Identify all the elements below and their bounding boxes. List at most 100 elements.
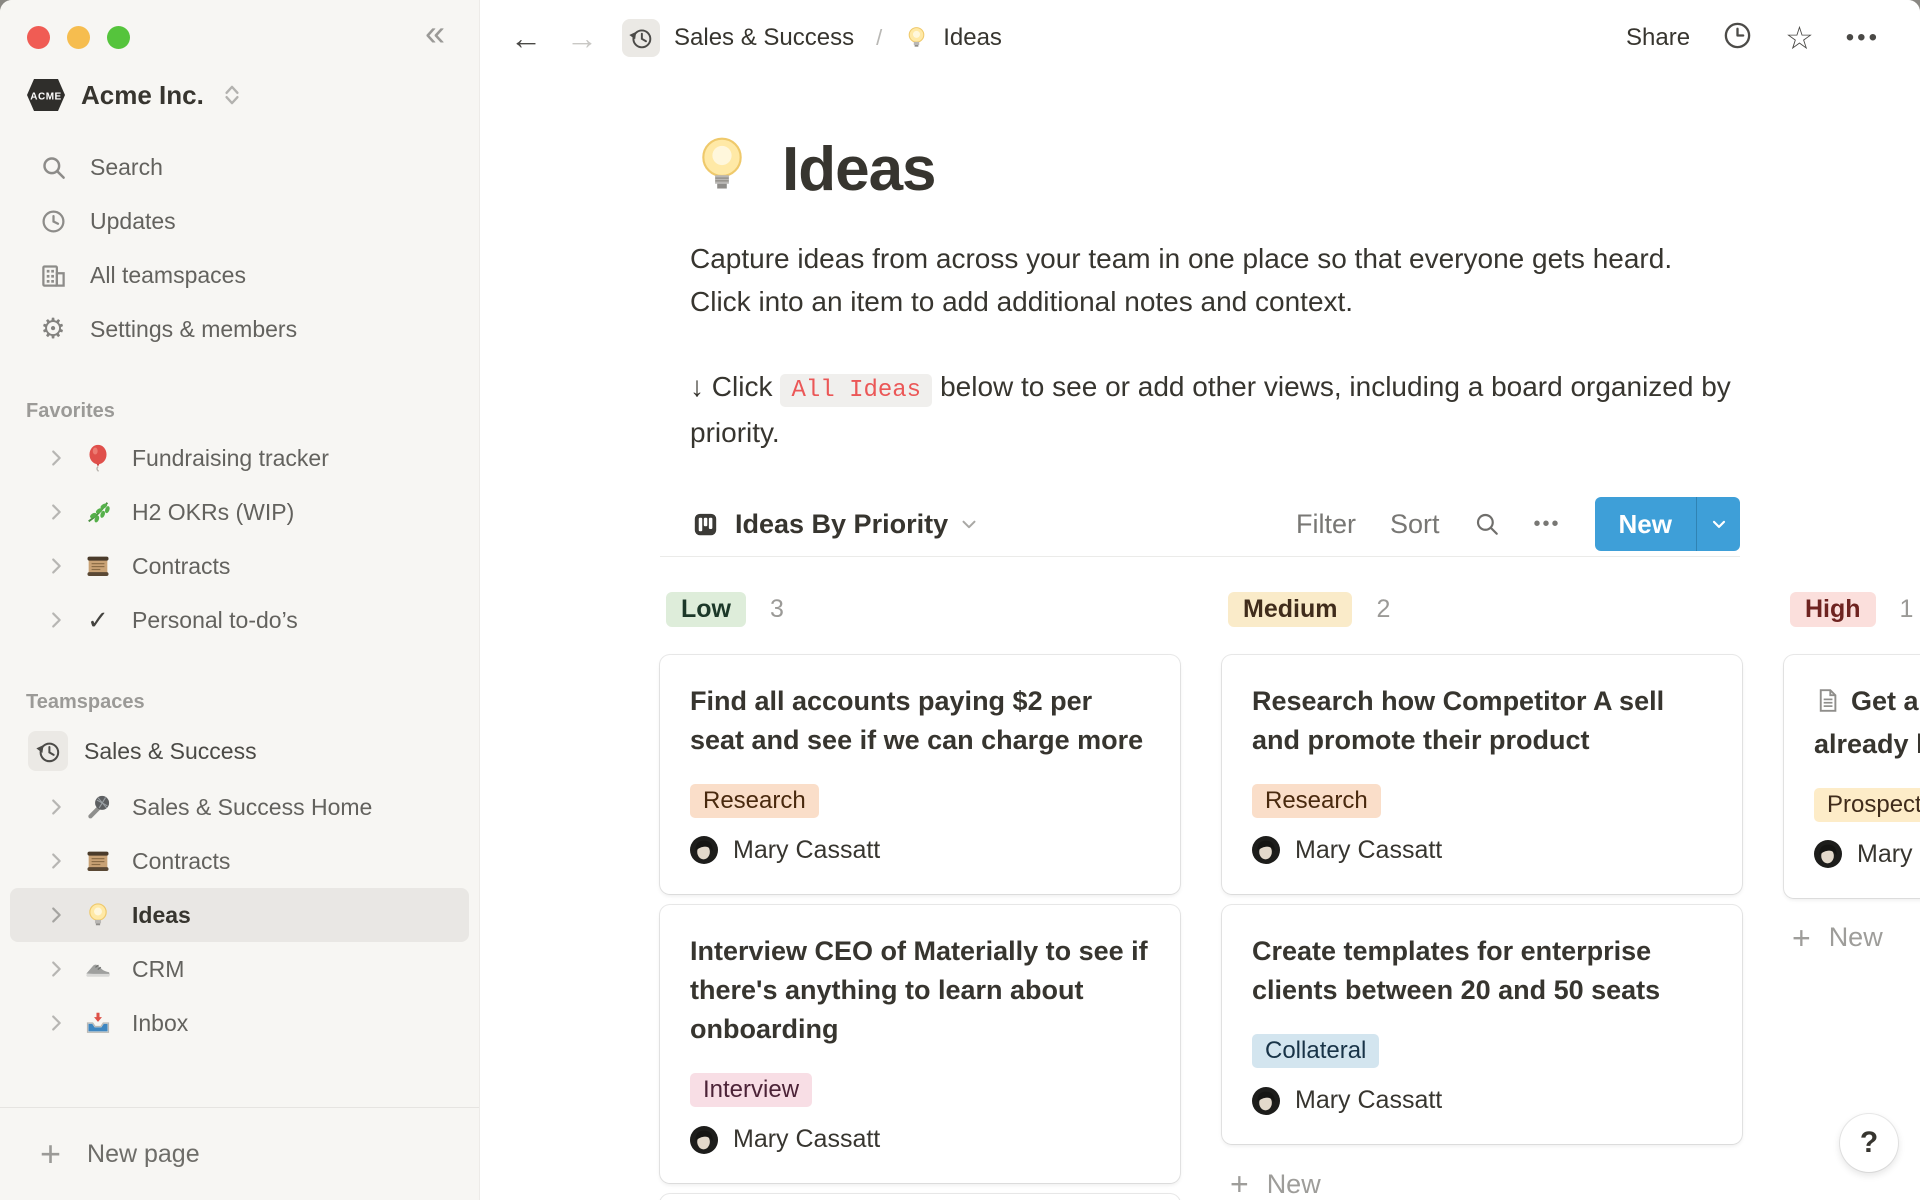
- page-icon: [1814, 686, 1841, 725]
- chevron-right-icon[interactable]: [42, 555, 70, 577]
- column-header[interactable]: Medium 2: [1222, 587, 1742, 633]
- priority-pill-high: High: [1790, 592, 1876, 627]
- new-page-button[interactable]: + New page: [0, 1108, 479, 1200]
- board-card[interactable]: Research how Competitor A sell and promo…: [1222, 655, 1742, 894]
- sidebar-item-label: Inbox: [132, 1010, 188, 1037]
- chevron-right-icon[interactable]: [42, 796, 70, 818]
- sidebar-item-label: Contracts: [132, 848, 230, 875]
- sidebar-item-updates[interactable]: Updates: [0, 194, 479, 248]
- card-person: Mary Cassatt: [690, 1125, 1150, 1154]
- help-button[interactable]: ?: [1840, 1114, 1898, 1172]
- breadcrumb-page[interactable]: Ideas: [943, 24, 1002, 52]
- view-actions: Filter Sort ••• New: [1296, 497, 1740, 551]
- zoom-window-button[interactable]: [107, 26, 130, 49]
- minimize-window-button[interactable]: [67, 26, 90, 49]
- sidebar-teamspace-sales-success[interactable]: Sales & Success: [0, 722, 479, 780]
- microphone-icon: [80, 793, 116, 821]
- board-card[interactable]: Find all accounts paying $2 per seat and…: [660, 655, 1180, 894]
- forward-arrow-icon[interactable]: →: [566, 22, 598, 54]
- chevron-right-icon[interactable]: [42, 850, 70, 872]
- card-person: Mary Cassatt: [690, 836, 1150, 865]
- sidebar-item-contracts-favorite[interactable]: Contracts: [0, 539, 479, 593]
- sidebar-item-label: Updates: [90, 208, 176, 235]
- scroll-icon: [80, 847, 116, 875]
- sidebar-item-settings[interactable]: ⚙ Settings & members: [0, 302, 479, 356]
- card-person: Mary Cassatt: [1252, 836, 1712, 865]
- add-card-button[interactable]: + New: [1222, 1168, 1742, 1200]
- star-icon[interactable]: ☆: [1785, 22, 1814, 54]
- workspace-switcher[interactable]: ACME Acme Inc.: [26, 78, 479, 112]
- new-button-dropdown[interactable]: [1696, 497, 1740, 551]
- chevron-right-icon[interactable]: [42, 958, 70, 980]
- column-count: 2: [1376, 595, 1390, 624]
- priority-pill-low: Low: [666, 592, 746, 627]
- favorites-section-label: Favorites: [26, 400, 479, 423]
- sidebar-item-contracts-teamspace[interactable]: Contracts: [0, 834, 479, 888]
- notion-window: « ACME Acme Inc. Search: [0, 0, 1920, 1200]
- close-window-button[interactable]: [27, 26, 50, 49]
- topbar: ← → Sales & Success / Ideas Share ☆ ••: [480, 0, 1920, 76]
- avatar: [1252, 836, 1280, 864]
- sidebar-item-all-teamspaces[interactable]: All teamspaces: [0, 248, 479, 302]
- back-arrow-icon[interactable]: ←: [510, 22, 542, 54]
- tag-badge: Research: [1252, 784, 1381, 818]
- board-card[interactable]: Get all already ha Prospect Mary C: [1784, 655, 1920, 898]
- sidebar-item-inbox[interactable]: Inbox: [0, 996, 479, 1050]
- sidebar-item-ideas[interactable]: Ideas: [10, 888, 469, 942]
- board-card[interactable]: Interview CEO of Materially to see if th…: [660, 905, 1180, 1183]
- card-title-line1: Get all: [1851, 686, 1920, 716]
- sidebar-item-search[interactable]: Search: [0, 140, 479, 194]
- chevron-right-icon[interactable]: [42, 904, 70, 926]
- chevron-right-icon[interactable]: [42, 609, 70, 631]
- page-callout: ↓ ClickAll Ideasbelow to see or add othe…: [660, 364, 1735, 457]
- kanban-board: Low 3 Find all accounts paying $2 per se…: [660, 587, 1920, 1200]
- board-column-medium: Medium 2 Research how Competitor A sell …: [1222, 587, 1742, 1200]
- avatar: [690, 1126, 718, 1154]
- chevron-right-icon[interactable]: [42, 447, 70, 469]
- sidebar-item-label: H2 OKRs (WIP): [132, 499, 294, 526]
- column-cards: Find all accounts paying $2 per seat and…: [660, 655, 1180, 1200]
- add-card-label: New: [1267, 1169, 1321, 1200]
- lightbulb-icon[interactable]: [690, 132, 754, 201]
- acme-logo-icon: ACME: [26, 78, 66, 112]
- share-button[interactable]: Share: [1626, 24, 1690, 52]
- search-icon[interactable]: [1474, 511, 1500, 537]
- collapse-sidebar-icon[interactable]: «: [425, 12, 445, 54]
- sort-button[interactable]: Sort: [1390, 509, 1440, 540]
- view-more-options-icon[interactable]: •••: [1534, 513, 1561, 536]
- sidebar-item-crm[interactable]: CRM: [0, 942, 479, 996]
- view-tab-ideas-by-priority[interactable]: Ideas By Priority: [735, 509, 948, 540]
- sidebar-item-h2-okrs[interactable]: H2 OKRs (WIP): [0, 485, 479, 539]
- sidebar-item-label: Fundraising tracker: [132, 445, 329, 472]
- filter-button[interactable]: Filter: [1296, 509, 1356, 540]
- clock-icon[interactable]: [1722, 20, 1753, 56]
- add-card-button[interactable]: + New: [1784, 922, 1920, 954]
- card-title: Get all already ha: [1814, 682, 1920, 764]
- view-toolbar: Ideas By Priority Filter Sort ••• New: [660, 493, 1740, 557]
- sneaker-icon: [80, 955, 116, 983]
- chevron-right-icon[interactable]: [42, 501, 70, 523]
- sidebar-item-sales-success-home[interactable]: Sales & Success Home: [0, 780, 479, 834]
- new-button-label[interactable]: New: [1595, 497, 1696, 551]
- avatar: [1252, 1087, 1280, 1115]
- tag-badge: Prospect: [1814, 788, 1920, 822]
- chevron-right-icon[interactable]: [42, 1012, 70, 1034]
- breadcrumb-teamspace[interactable]: Sales & Success: [674, 24, 854, 52]
- sidebar-item-fundraising-tracker[interactable]: Fundraising tracker: [0, 431, 479, 485]
- lightbulb-icon: [904, 25, 929, 51]
- sidebar-item-label: Search: [90, 154, 163, 181]
- column-header[interactable]: High 1: [1784, 587, 1920, 633]
- person-name: Mary C: [1857, 840, 1920, 869]
- column-header[interactable]: Low 3: [660, 587, 1180, 633]
- sidebar-item-label: Settings & members: [90, 316, 297, 343]
- more-options-icon[interactable]: •••: [1846, 24, 1880, 52]
- callout-prefix: ↓ Click: [690, 371, 772, 402]
- new-button[interactable]: New: [1595, 497, 1740, 551]
- board-card[interactable]: Create templates for enterprise clients …: [1222, 905, 1742, 1144]
- page-title-row: Ideas: [660, 132, 1740, 201]
- board-card[interactable]: Target design agencies who have: [660, 1194, 1180, 1200]
- column-count: 1: [1900, 595, 1914, 624]
- chevron-down-icon[interactable]: [958, 513, 980, 536]
- history-clock-icon[interactable]: [622, 19, 660, 57]
- sidebar-item-personal-todos[interactable]: ✓ Personal to-do’s: [0, 593, 479, 647]
